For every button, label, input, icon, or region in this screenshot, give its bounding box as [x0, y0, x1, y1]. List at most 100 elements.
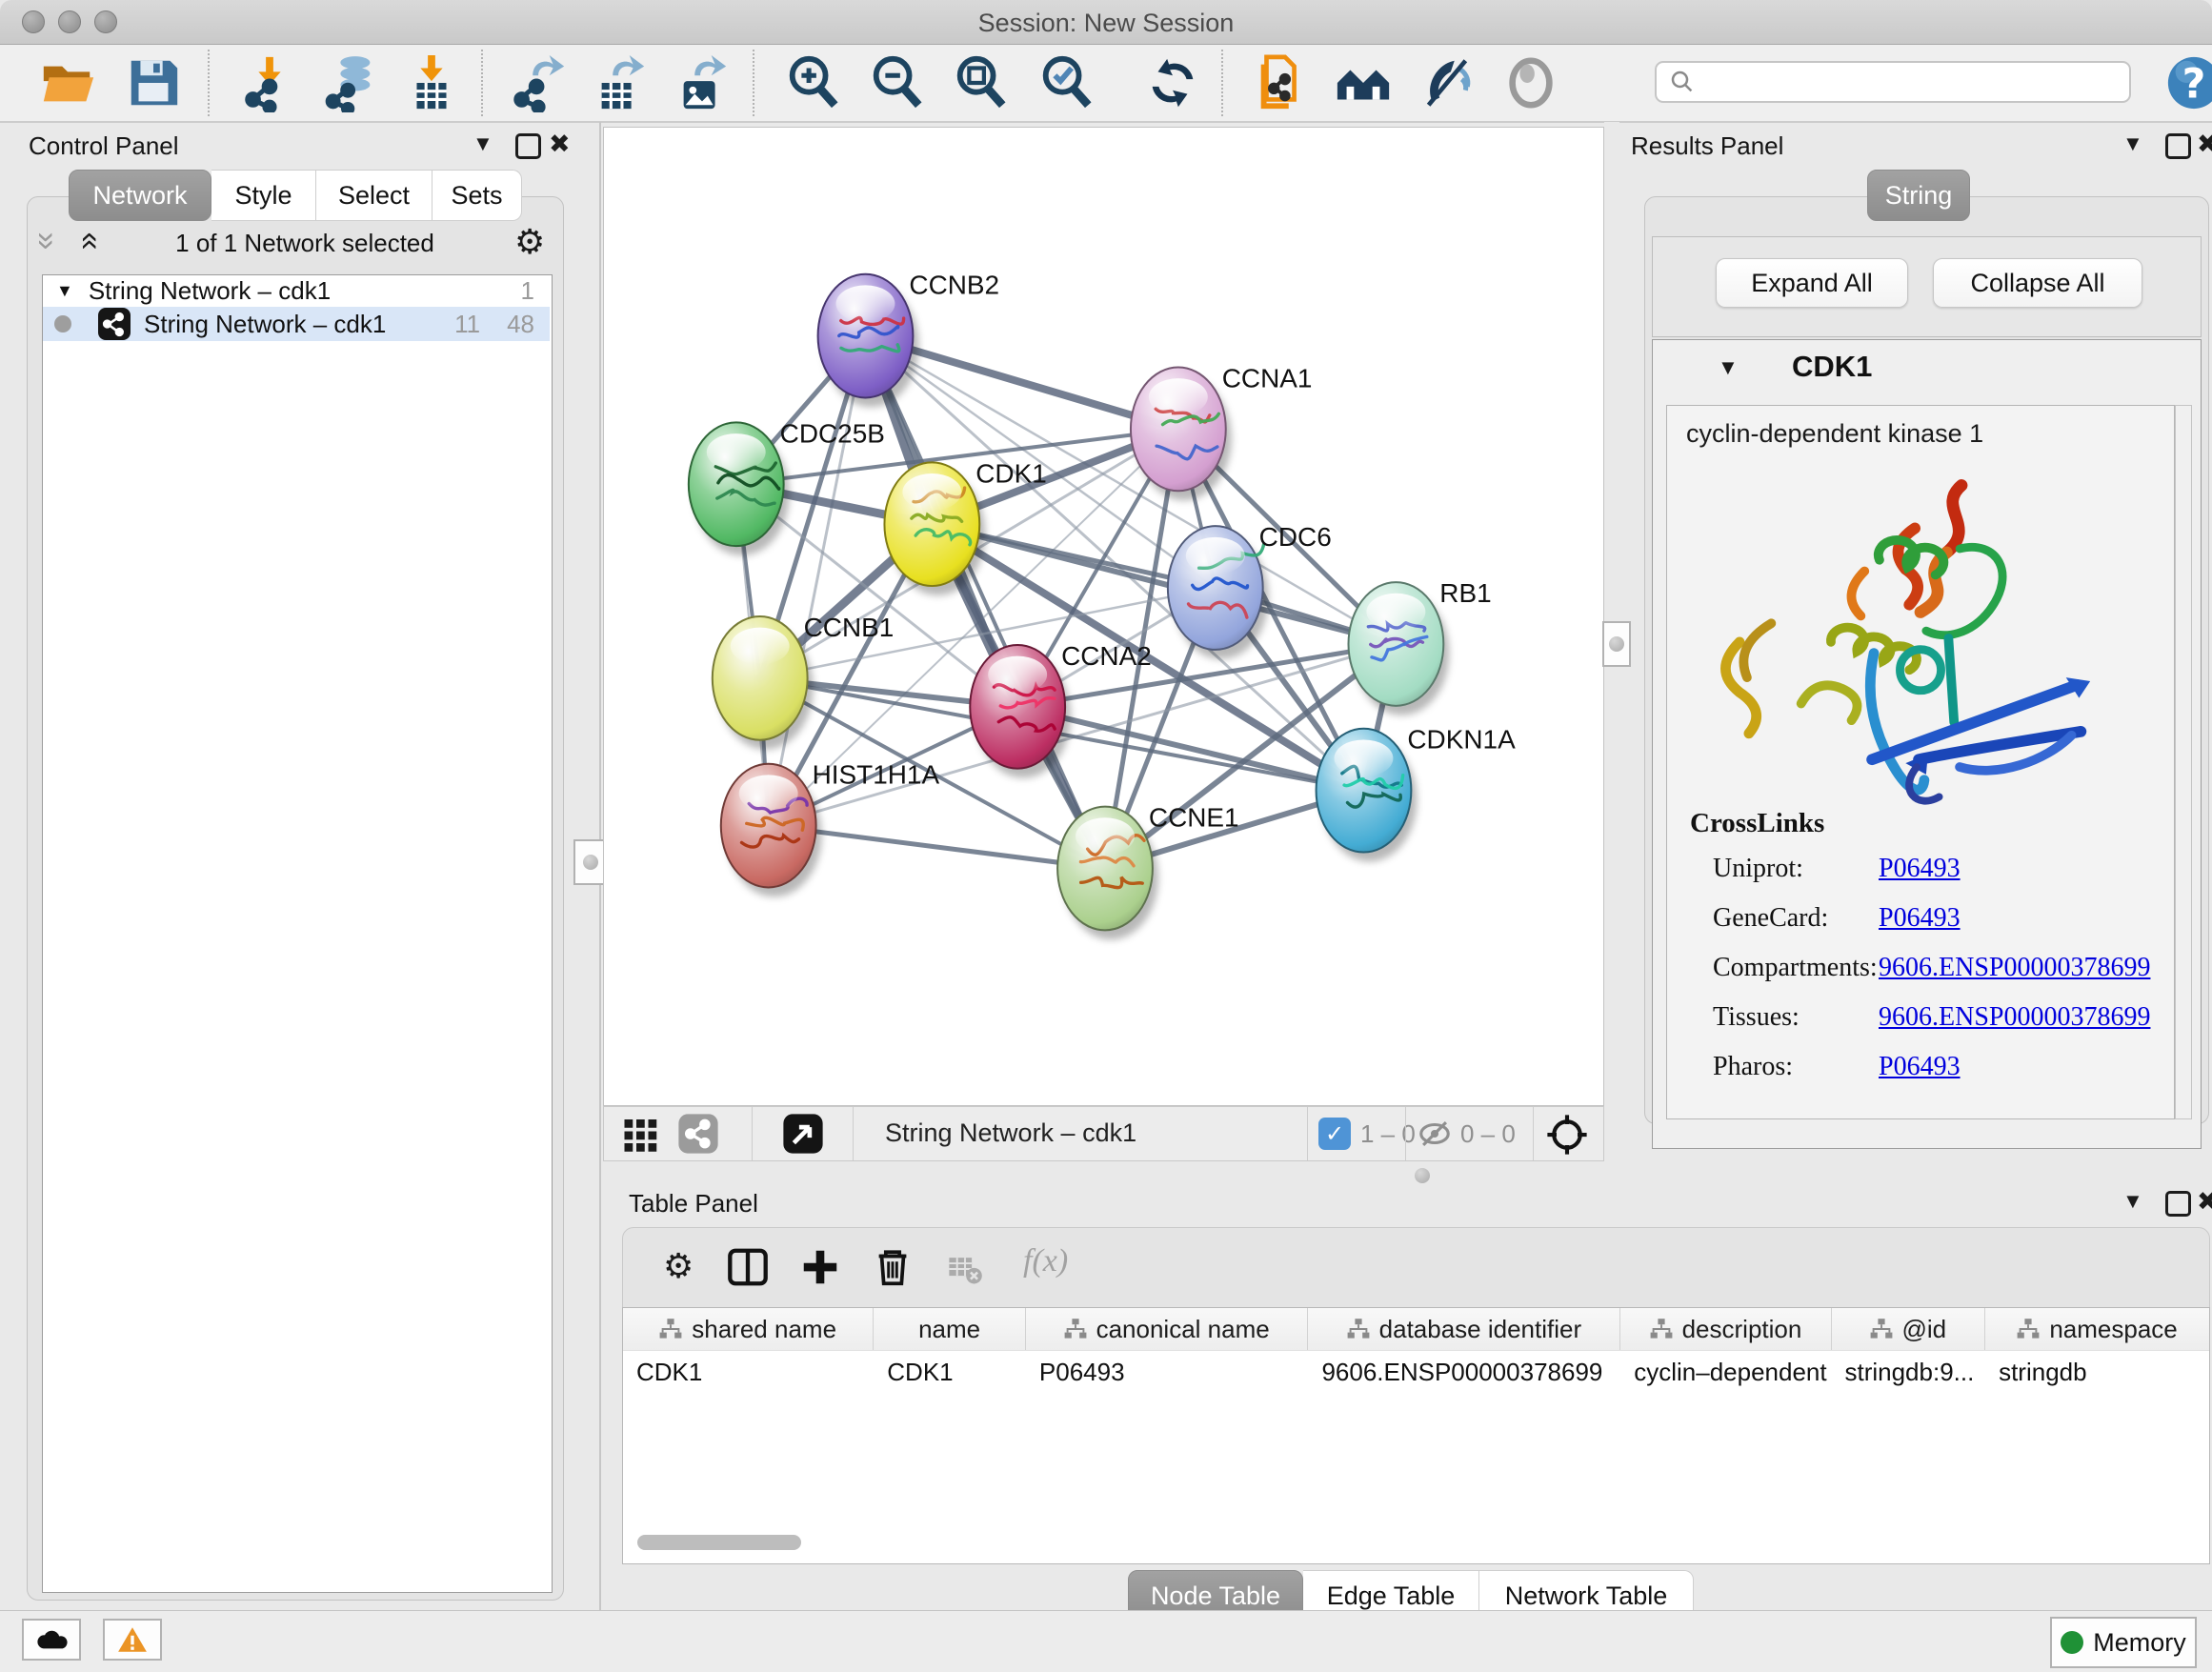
network-node-HIST1H1A[interactable]: [721, 764, 822, 897]
show-annotations-icon[interactable]: [1501, 53, 1560, 112]
expand-all-networks-icon[interactable]: «: [76, 232, 105, 251]
network-node-CDKN1A[interactable]: [1317, 729, 1418, 862]
network-tree-root-row[interactable]: ▼ String Network – cdk1 1: [43, 275, 550, 307]
export-network-icon[interactable]: [511, 53, 570, 112]
network-node-CCNB2[interactable]: [818, 274, 919, 408]
network-node-RB1[interactable]: [1348, 582, 1449, 715]
network-node-CCNE1[interactable]: [1057, 807, 1158, 940]
share-network-icon[interactable]: [677, 1113, 719, 1159]
show-columns-icon[interactable]: [726, 1245, 770, 1294]
network-node-CDK1[interactable]: [884, 462, 985, 595]
table-toolbar: ⚙ f(x): [622, 1227, 2210, 1309]
network-edge-CCNB2-HIST1H1A[interactable]: [769, 336, 866, 826]
column-header[interactable]: description: [1620, 1308, 1831, 1350]
save-session-icon[interactable]: [124, 53, 183, 112]
warnings-button[interactable]: [103, 1619, 162, 1661]
home-networks-icon[interactable]: [1334, 53, 1393, 112]
search-input[interactable]: [1655, 61, 2131, 103]
zoom-selected-icon[interactable]: [1036, 53, 1096, 112]
tab-network[interactable]: Network: [69, 170, 211, 221]
collapse-all-networks-icon[interactable]: »: [32, 232, 61, 251]
search-icon: [1668, 68, 1697, 96]
table-panel-close-icon[interactable]: ✖: [2197, 1187, 2212, 1217]
table-settings-gear-icon[interactable]: ⚙: [663, 1247, 694, 1286]
apply-function-icon[interactable]: f(x): [1023, 1243, 1068, 1279]
expand-all-button[interactable]: Expand All: [1716, 258, 1908, 308]
tab-string[interactable]: String: [1867, 170, 1970, 221]
tissues-link[interactable]: 9606.ENSP00000378699: [1879, 1002, 2150, 1032]
column-header[interactable]: shared name: [623, 1308, 874, 1350]
tab-style[interactable]: Style: [211, 170, 316, 221]
network-canvas[interactable]: CCNB2CCNA1CDC25BCDK1CDC6RB1CCNB1CCNA2CDK…: [603, 127, 1604, 1106]
table-panel-collapse-icon[interactable]: ▼: [2122, 1189, 2143, 1214]
network-view-toolbar: String Network – cdk1 ✓ 1 – 0 0 – 0: [603, 1106, 1604, 1161]
viewbar-separator: [853, 1107, 854, 1160]
refresh-icon[interactable]: [1143, 53, 1202, 112]
import-table-icon[interactable]: [402, 53, 461, 112]
column-header[interactable]: database identifier: [1308, 1308, 1620, 1350]
memory-button[interactable]: Memory: [2050, 1617, 2197, 1668]
hide-annotations-icon[interactable]: [1418, 53, 1477, 112]
zoom-fit-icon[interactable]: [951, 53, 1010, 112]
birdseye-icon[interactable]: [1546, 1114, 1588, 1160]
genecard-link[interactable]: P06493: [1879, 903, 1961, 933]
delete-column-icon[interactable]: [871, 1245, 915, 1294]
results-panel-float-icon[interactable]: [2165, 133, 2191, 159]
table-horizontal-scrollbar[interactable]: [637, 1535, 801, 1550]
open-session-icon[interactable]: [38, 53, 97, 112]
node-label-CCNE1: CCNE1: [1149, 803, 1239, 833]
help-icon[interactable]: ?: [2164, 53, 2212, 112]
network-count: 1: [521, 276, 534, 306]
network-node-CCNA2[interactable]: [970, 645, 1071, 778]
column-header[interactable]: canonical name: [1026, 1308, 1309, 1350]
control-panel-float-icon[interactable]: [515, 133, 541, 159]
pharos-link[interactable]: P06493: [1879, 1052, 1961, 1081]
tree-expander-icon[interactable]: ▼: [56, 281, 73, 301]
column-header[interactable]: name: [874, 1308, 1026, 1350]
export-image-icon[interactable]: [673, 53, 732, 112]
results-panel-close-icon[interactable]: ✖: [2197, 130, 2212, 159]
open-in-window-icon[interactable]: [782, 1113, 824, 1159]
tab-select[interactable]: Select: [316, 170, 432, 221]
cell-database-identifier: 9606.ENSP00000378699: [1308, 1351, 1620, 1393]
column-header[interactable]: namespace: [1985, 1308, 2209, 1350]
network-share-icon: [98, 308, 131, 340]
results-scrollbar[interactable]: [2175, 405, 2192, 1119]
grid-view-icon[interactable]: [622, 1115, 660, 1158]
table-row[interactable]: CDK1 CDK1 P06493 9606.ENSP00000378699 cy…: [623, 1350, 2209, 1393]
control-panel-close-icon[interactable]: ✖: [549, 130, 571, 159]
node-label-CCNB2: CCNB2: [909, 271, 999, 300]
results-panel-collapse-icon[interactable]: ▼: [2122, 131, 2143, 156]
hidden-eye-icon[interactable]: [1417, 1116, 1453, 1157]
network-collection-label: String Network – cdk1: [89, 276, 331, 306]
zoom-in-icon[interactable]: [783, 53, 842, 112]
node-label-CDC25B: CDC25B: [780, 418, 885, 448]
protein-section: ▼ CDK1 cyclin-dependent kinase 1: [1652, 339, 2202, 1149]
delete-table-icon[interactable]: [947, 1251, 983, 1292]
collapse-all-button[interactable]: Collapse All: [1933, 258, 2142, 308]
network-selection-bar: » « 1 of 1 Network selected ⚙: [38, 221, 553, 269]
protein-expander-icon[interactable]: ▼: [1718, 355, 1739, 380]
network-node-CCNA1[interactable]: [1131, 368, 1232, 501]
string-import-icon[interactable]: [1252, 53, 1311, 112]
network-options-gear-icon[interactable]: ⚙: [514, 223, 545, 262]
network-node-CDC6[interactable]: [1168, 526, 1269, 659]
add-column-icon[interactable]: [798, 1245, 842, 1294]
tab-sets[interactable]: Sets: [432, 170, 522, 221]
column-header[interactable]: @id: [1832, 1308, 1986, 1350]
export-table-icon[interactable]: [591, 53, 650, 112]
toolbar-separator: [753, 50, 754, 116]
cloud-tasks-button[interactable]: [22, 1619, 81, 1661]
import-network-database-icon[interactable]: [322, 53, 381, 112]
control-panel-collapse-icon[interactable]: ▼: [473, 131, 493, 156]
zoom-out-icon[interactable]: [867, 53, 926, 112]
table-panel-float-icon[interactable]: [2165, 1191, 2191, 1217]
import-network-file-icon[interactable]: [240, 53, 299, 112]
network-tree-selected-row[interactable]: String Network – cdk1 11 48: [43, 307, 550, 341]
node-label-HIST1H1A: HIST1H1A: [813, 760, 940, 790]
selected-checkbox-icon[interactable]: ✓: [1318, 1118, 1351, 1150]
uniprot-link[interactable]: P06493: [1879, 854, 1961, 883]
network-node-CCNB1[interactable]: [713, 616, 814, 750]
compartments-link[interactable]: 9606.ENSP00000378699: [1879, 953, 2150, 982]
crosslinks-list: Uniprot: GeneCard: Compartments: Tissues…: [1713, 854, 1878, 1101]
